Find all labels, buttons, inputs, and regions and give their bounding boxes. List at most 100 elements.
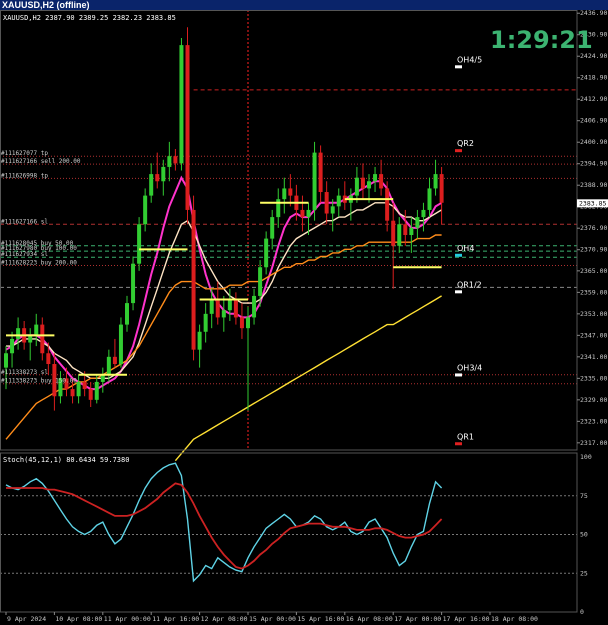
symbol-ohlc-line: XAUUSD,H2 2387.90 2389.25 2382.23 2383.8… [3,14,176,22]
ma-line-white [6,202,442,379]
candle [167,141,172,182]
price-tick-label: 2323.00 [580,417,607,425]
level-label: QR2 [457,139,474,148]
time-axis: 9 Apr 2024 10 Apr 08:00 11 Apr 00:00 11 Apr… [5,612,538,623]
stoch-series-main [5,462,443,583]
order-label: #111627166 sell 200.00 [1,158,81,165]
candle [215,281,220,325]
time-tick-label: 12 Apr 08:00 [201,615,248,623]
candle [161,159,166,196]
order-label: #111628223 buy 200.00 [1,259,77,266]
candle [324,181,329,225]
candle [427,177,432,218]
candle [276,188,281,228]
candle [28,328,33,361]
level-marker [455,290,462,294]
price-tick-label: 2418.90 [580,74,607,82]
candle [318,145,323,203]
candle [100,367,105,393]
level-label: QR1 [457,432,474,441]
ma-line-yellow [174,295,442,462]
price-tick-label: 2400.90 [580,138,607,146]
price-tick-label: 2347.00 [580,331,607,339]
price-tick-label: 2412.90 [580,95,607,103]
stochastic-panel: 0 25 50 75 100 [0,453,592,616]
price-tick-label: 2370.90 [580,246,607,254]
price-tick-label: 2394.90 [580,160,607,168]
price-tick-label: 2436.90 [580,10,607,17]
candle [173,149,178,171]
candle [264,231,269,275]
stoch-tick-label: 100 [580,453,592,461]
candle [312,141,317,221]
candle [342,181,347,210]
candle [16,317,21,350]
time-tick-label: 17 Apr 16:00 [443,615,490,623]
time-tick-label: 15 Apr 00:00 [249,615,296,623]
time-tick-label: 15 Apr 16:00 [297,615,344,623]
order-label: #111627934 sl [1,251,48,258]
price-tick-label: 2317.00 [580,439,607,447]
candle [94,374,99,404]
candle [433,159,438,196]
candle [288,174,293,207]
price-tick-label: 2376.90 [580,224,607,232]
stoch-tick-label: 25 [580,569,588,577]
candle [233,292,238,325]
candle [336,188,341,218]
candle [348,188,353,221]
countdown-timer: 1:29:21 [490,26,593,54]
level-marker [455,149,462,153]
stoch-tick-label: 0 [580,608,584,616]
time-tick-label: 11 Apr 00:00 [104,615,151,623]
time-tick-label: 9 Apr 2024 [7,615,46,623]
candle [330,199,335,232]
quadrant-levels: OH4/5 QR2 OH4 QR1/2 OH3/4 QR1 [455,55,482,446]
candle [76,374,81,404]
candle [403,209,408,246]
candle [10,331,15,368]
time-tick-label: 10 Apr 08:00 [55,615,102,623]
order-label: #111627077 tp [1,150,48,157]
order-label: #111627166 sl [1,218,48,225]
candle [415,209,420,239]
ma-line-fast [5,175,443,391]
candle [185,27,190,225]
stochastic-header: Stoch(45,12,1) 80.6434 59.7380 [3,456,129,464]
candles [4,27,444,411]
level-marker [455,442,462,446]
candle [300,195,305,232]
candle [360,163,365,200]
candle [391,202,396,289]
level-label: QR1/2 [457,280,482,289]
candle [143,188,148,232]
level-label: OH3/4 [457,363,482,372]
candle [354,166,359,203]
price-axis: 2436.902430.902424.902418.902412.902406.… [0,10,608,613]
candle [409,217,414,253]
candle [252,288,257,325]
price-tick-label: 2341.00 [580,353,607,361]
candle [58,371,63,404]
candle [221,295,226,332]
candle [149,163,154,203]
candle [282,177,287,214]
stoch-tick-label: 50 [580,531,588,539]
candle [270,209,275,250]
candle [34,313,39,347]
time-tick-label: 11 Apr 16:00 [152,615,199,623]
candle [155,152,160,189]
candle [191,195,196,361]
price-tick-label: 2365.00 [580,267,607,275]
price-tick-label: 2335.00 [580,374,607,382]
candle [137,217,142,271]
level-label: OH4/5 [457,55,482,64]
order-label: #111338273 buy 150.00 [1,378,77,385]
candle [439,166,444,225]
trading-window: XAUUSD,H2 (offline) #111627077 tp #111627… [0,0,608,625]
candle [118,317,123,368]
window-title: XAUUSD,H2 (offline) [0,0,608,10]
price-tick-label: 2359.00 [580,288,607,296]
candle [88,381,93,408]
chart-area[interactable]: #111627077 tp#111627166 sell 200.00 #1116… [0,10,608,625]
